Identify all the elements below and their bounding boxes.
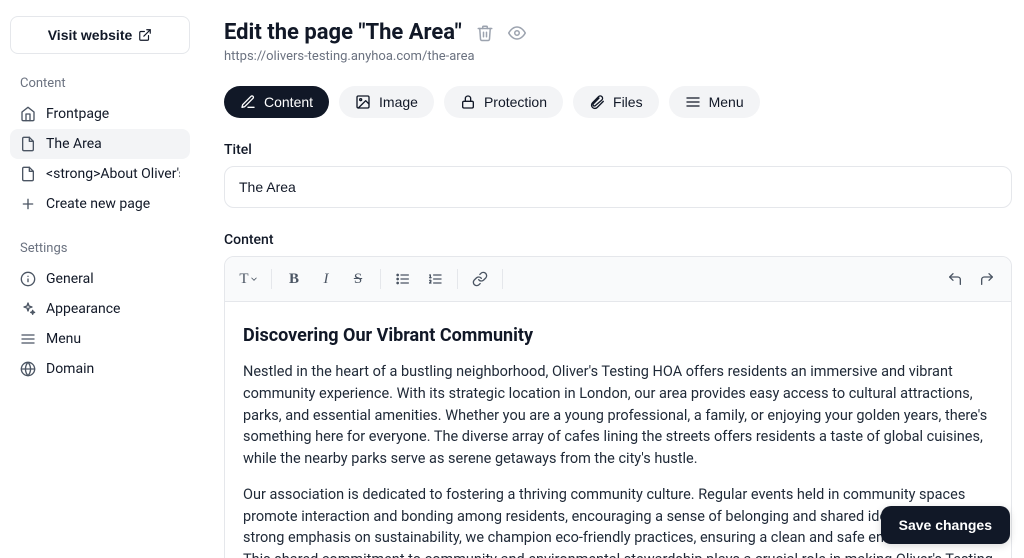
italic-button[interactable]: I [312,265,340,293]
numbered-list-button[interactable] [421,265,449,293]
page-header: Edit the page "The Area" [224,20,1012,45]
sidebar-item-label: Domain [46,361,180,377]
title-input[interactable] [224,166,1012,208]
visit-website-button[interactable]: Visit website [10,16,190,54]
sidebar-item-create-page[interactable]: Create new page [10,189,190,219]
tab-label: Image [379,94,418,110]
sidebar: Visit website Content Frontpage The Area… [0,0,200,558]
tab-protection[interactable]: Protection [444,86,563,118]
tab-files[interactable]: Files [573,86,659,118]
tab-label: Content [264,94,313,110]
undo-button[interactable] [941,265,969,293]
sidebar-item-menu[interactable]: Menu [10,324,190,354]
save-changes-button[interactable]: Save changes [881,506,1010,544]
sidebar-item-the-area[interactable]: The Area [10,129,190,159]
editor-heading: Discovering Our Vibrant Community [243,322,993,349]
title-label: Titel [224,142,1012,158]
toolbar-divider [457,269,458,289]
sparkle-icon [20,301,36,317]
image-icon [355,94,371,110]
link-button[interactable] [466,265,494,293]
tab-label: Menu [709,94,744,110]
tab-image[interactable]: Image [339,86,434,118]
bold-button[interactable]: B [280,265,308,293]
toolbar-divider [380,269,381,289]
globe-icon [20,361,36,377]
paperclip-icon [589,94,605,110]
file-icon [20,166,36,182]
editor-toolbar: T B I S [225,257,1011,302]
tab-content[interactable]: Content [224,86,329,118]
eye-icon[interactable] [508,24,526,42]
redo-button[interactable] [973,265,1001,293]
save-label: Save changes [899,517,992,533]
sidebar-item-label: Frontpage [46,106,180,122]
sidebar-item-label: Appearance [46,301,180,317]
external-link-icon [138,28,152,42]
bullet-list-button[interactable] [389,265,417,293]
sidebar-section-settings: Settings [10,237,190,264]
content-label: Content [224,232,1012,248]
tabs-row: Content Image Protection Files Menu [224,86,1012,118]
page-url: https://olivers-testing.anyhoa.com/the-a… [224,49,1012,64]
sidebar-item-frontpage[interactable]: Frontpage [10,99,190,129]
sidebar-item-label: The Area [46,136,180,152]
editor-paragraph: Nestled in the heart of a bustling neigh… [243,361,993,470]
tab-label: Files [613,94,643,110]
file-icon [20,136,36,152]
sidebar-item-label: Create new page [46,196,180,212]
sidebar-item-appearance[interactable]: Appearance [10,294,190,324]
tab-menu[interactable]: Menu [669,86,760,118]
pencil-icon [240,94,256,110]
sidebar-item-about[interactable]: <strong>About Oliver's Tes [10,159,190,189]
sidebar-item-general[interactable]: General [10,264,190,294]
text-style-dropdown[interactable]: T [235,265,263,293]
sidebar-item-label: Menu [46,331,180,347]
visit-website-label: Visit website [48,27,133,43]
sidebar-item-label: General [46,271,180,287]
sidebar-nav-settings: General Appearance Menu Domain [10,264,190,384]
toolbar-divider [502,269,503,289]
sidebar-section-content: Content [10,72,190,99]
home-icon [20,106,36,122]
sidebar-nav-content: Frontpage The Area <strong>About Oliver'… [10,99,190,219]
menu-icon [20,331,36,347]
lock-icon [460,94,476,110]
strikethrough-button[interactable]: S [344,265,372,293]
sidebar-item-label: <strong>About Oliver's Tes [46,166,180,182]
toolbar-divider [271,269,272,289]
trash-icon[interactable] [476,24,494,42]
menu-icon [685,94,701,110]
title-field-section: Titel [224,142,1012,208]
sidebar-item-domain[interactable]: Domain [10,354,190,384]
main-content: Edit the page "The Area" https://olivers… [200,0,1024,558]
info-icon [20,271,36,287]
page-title: Edit the page "The Area" [224,20,462,45]
plus-icon [20,196,36,212]
tab-label: Protection [484,94,547,110]
